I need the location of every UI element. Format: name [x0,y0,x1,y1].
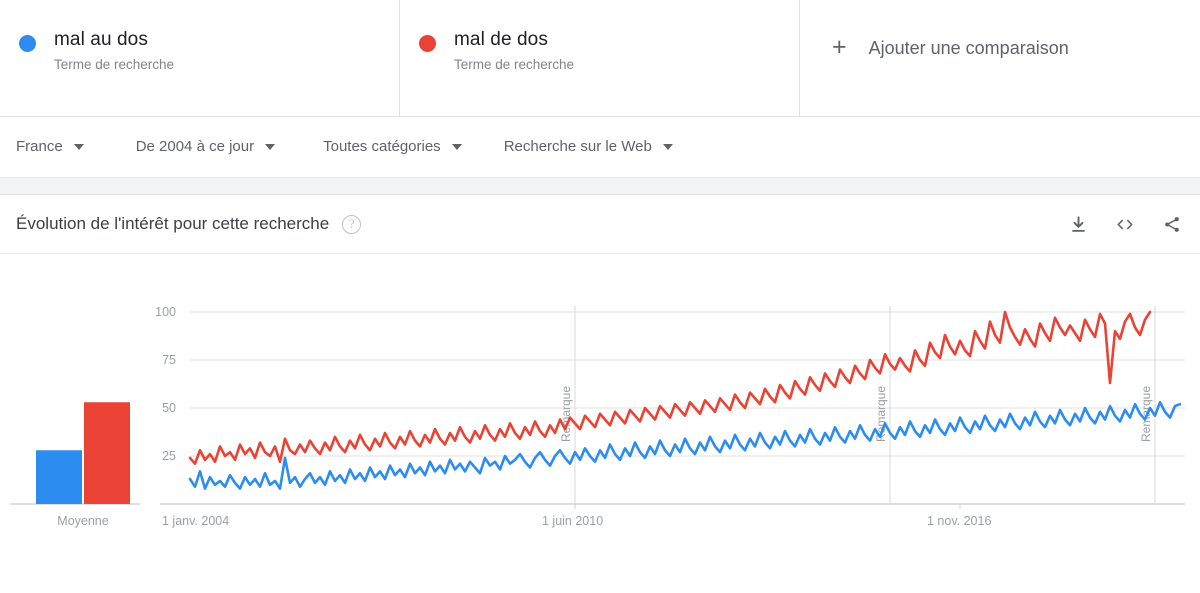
help-icon[interactable]: ? [342,214,362,234]
search-terms-bar: mal au dos Terme de recherche mal de dos… [0,0,1200,116]
search-term-card-1[interactable]: mal au dos Terme de recherche [0,0,400,116]
search-term-label-1: mal au dos [54,29,148,50]
filter-category[interactable]: Toutes catégories [323,137,462,157]
plus-icon: + [832,33,847,61]
annotation-label[interactable]: Remarque [559,386,573,442]
average-bar[interactable] [84,402,130,504]
filter-region-label: France [16,138,63,155]
x-axis: 1 janv. 2004 1 juin 2010 1 nov. 2016 [162,504,991,528]
average-panel: Moyenne [10,402,140,528]
filter-bar: France De 2004 à ce jour Toutes catégori… [0,116,1200,178]
y-tick-label: 50 [162,401,176,415]
series-lines [188,310,1182,490]
x-tick-label: 1 juin 2010 [542,514,603,528]
filter-region[interactable]: France [16,137,84,157]
x-tick-label: 1 nov. 2016 [927,514,991,528]
google-trends-page: mal au dos Terme de recherche mal de dos… [0,0,1200,593]
search-term-sublabel-2: Terme de recherche [454,57,575,72]
chart-actions [1069,215,1182,234]
red-dot-icon [419,35,436,52]
average-label: Moyenne [57,514,108,528]
y-axis-labels: 25 50 75 100 [155,305,176,463]
search-term-card-2[interactable]: mal de dos Terme de recherche [400,0,800,116]
average-bar[interactable] [36,450,82,504]
search-term-sublabel-1: Terme de recherche [54,57,175,72]
trends-line-chart[interactable]: 255075100 Remarque Remarque Remarque 1 jan… [0,254,1200,564]
chevron-down-icon [662,144,673,150]
y-tick-label: 100 [155,305,176,319]
section-divider [0,178,1200,195]
filter-timerange-label: De 2004 à ce jour [135,138,255,155]
filter-searchtype[interactable]: Recherche sur le Web [504,137,673,157]
interest-over-time-card: Évolution de l'intérêt pour cette recher… [0,195,1200,564]
chevron-down-icon [451,144,462,150]
chart-title: Évolution de l'intérêt pour cette recher… [16,214,330,233]
embed-code-icon[interactable] [1114,215,1136,234]
download-icon[interactable] [1069,215,1088,234]
x-tick-label: 1 janv. 2004 [162,514,229,528]
blue-dot-icon [19,35,36,52]
y-tick-label: 75 [162,353,176,367]
chevron-down-icon [265,144,276,150]
series-line[interactable] [188,310,1152,465]
chart-plot-area[interactable]: 25 50 75 100 Remarque Remarque Remarque 1 jan… [0,254,1200,564]
y-tick-label: 25 [162,449,176,463]
chart-header: Évolution de l'intérêt pour cette recher… [0,195,1200,254]
share-icon[interactable] [1162,215,1182,234]
add-comparison-label: Ajouter une comparaison [868,38,1069,58]
search-term-label-2: mal de dos [454,29,548,50]
chevron-down-icon [73,144,84,150]
filter-timerange[interactable]: De 2004 à ce jour [135,137,276,157]
filter-category-label: Toutes catégories [323,138,441,155]
add-comparison-button[interactable]: + Ajouter une comparaison [800,0,1200,116]
filter-searchtype-label: Recherche sur le Web [503,138,652,155]
